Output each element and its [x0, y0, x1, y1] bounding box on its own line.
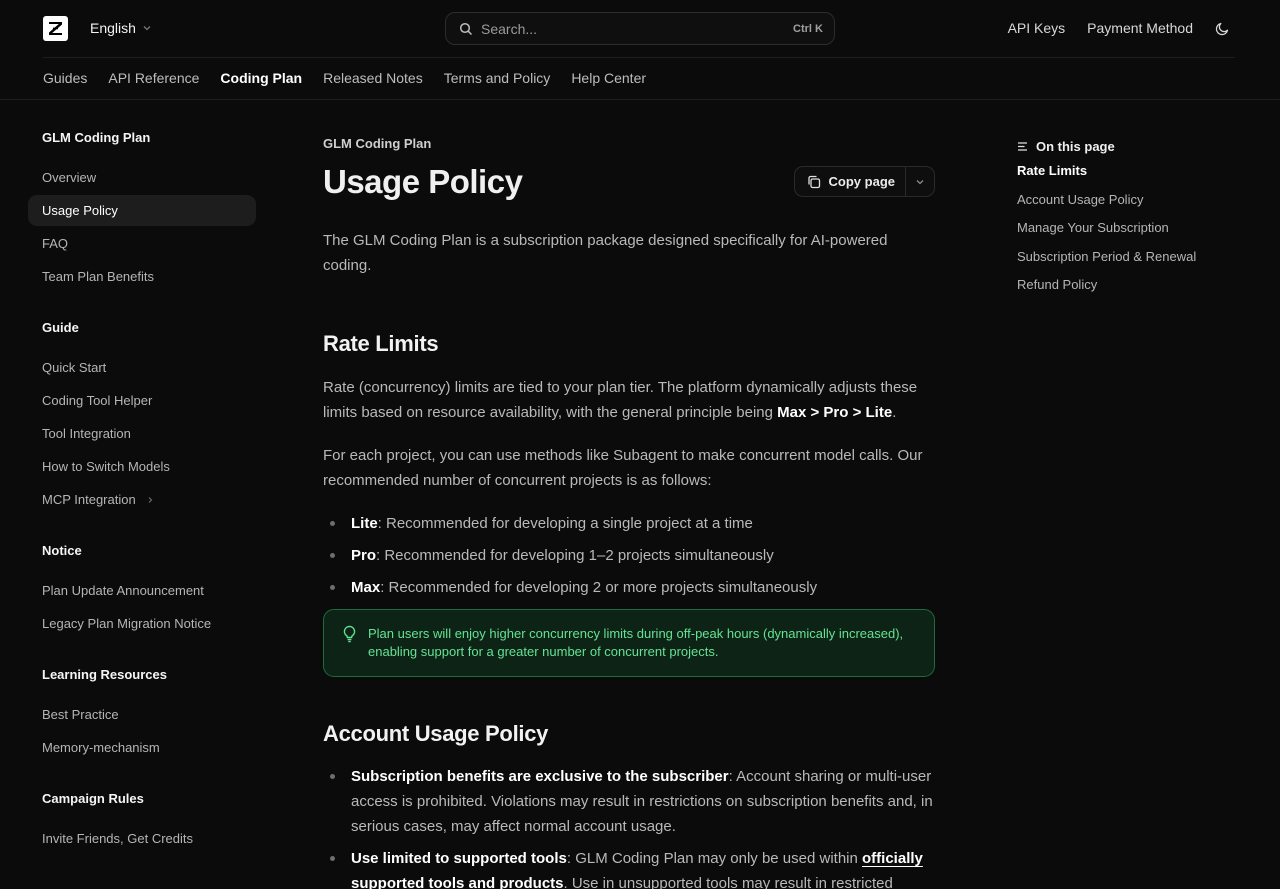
sidebar-item-best-practice[interactable]: Best Practice: [28, 699, 256, 730]
sidebar-item-legacy-plan-migration-notice[interactable]: Legacy Plan Migration Notice: [28, 608, 256, 639]
sidebar-item-how-to-switch-models[interactable]: How to Switch Models: [28, 451, 256, 482]
tab-terms-and-policy[interactable]: Terms and Policy: [444, 58, 551, 100]
list-item: Subscription benefits are exclusive to t…: [323, 764, 935, 839]
lightbulb-icon: [342, 625, 357, 661]
tab-bar: Guides API Reference Coding Plan Released N…: [43, 58, 646, 100]
api-keys-link[interactable]: API Keys: [1008, 20, 1066, 36]
sidebar-section-title: GLM Coding Plan: [42, 130, 151, 145]
plan-desc: : Recommended for developing a single pr…: [377, 515, 753, 532]
tab-coding-plan[interactable]: Coding Plan: [220, 58, 302, 100]
z-logo-icon[interactable]: [43, 16, 68, 41]
sidebar-item-faq[interactable]: FAQ: [28, 228, 256, 259]
divider: [0, 99, 1280, 100]
language-label: English: [90, 20, 136, 36]
search-input[interactable]: Search... Ctrl K: [445, 12, 835, 45]
sidebar-item-invite-friends-get-credits[interactable]: Invite Friends, Get Credits: [28, 823, 256, 854]
copy-page-label: Copy page: [828, 174, 895, 189]
plan-desc: : Recommended for developing 1–2 project…: [376, 547, 774, 564]
plan-term: Lite: [351, 515, 378, 532]
sidebar-item-plan-update-announcement[interactable]: Plan Update Announcement: [28, 575, 256, 606]
plan-term: Pro: [351, 547, 377, 564]
list-item: Pro: Recommended for developing 1–2 proj…: [323, 543, 935, 568]
sidebar-item-label: How to Switch Models: [42, 459, 170, 474]
sidebar-item-label: Tool Integration: [42, 426, 131, 441]
chevron-right-icon: [146, 496, 154, 504]
toc-item-manage-your-subscription[interactable]: Manage Your Subscription: [1017, 214, 1237, 243]
rate-limits-paragraph-1: Rate (concurrency) limits are tied to yo…: [323, 375, 935, 425]
payment-method-link[interactable]: Payment Method: [1087, 20, 1193, 36]
sidebar-item-team-plan-benefits[interactable]: Team Plan Benefits: [28, 261, 256, 292]
sidebar-item-label: Plan Update Announcement: [42, 583, 204, 598]
moon-icon[interactable]: [1215, 21, 1230, 36]
toc-item-rate-limits[interactable]: Rate Limits: [1017, 157, 1237, 186]
sidebar-item-mcp-integration[interactable]: MCP Integration: [28, 484, 256, 515]
sidebar-item-quick-start[interactable]: Quick Start: [28, 352, 256, 383]
policy-term: Subscription benefits are exclusive to t…: [351, 768, 729, 785]
tip-callout: Plan users will enjoy higher concurrency…: [323, 609, 935, 677]
tier-order: Max > Pro > Lite: [777, 404, 893, 421]
account-policy-list: Subscription benefits are exclusive to t…: [323, 764, 935, 889]
rate-limits-paragraph-2: For each project, you can use methods li…: [323, 447, 923, 489]
sidebar-item-overview[interactable]: Overview: [28, 162, 256, 193]
copy-page-button-group: Copy page: [793, 166, 935, 197]
sidebar-item-coding-tool-helper[interactable]: Coding Tool Helper: [28, 385, 256, 416]
search-icon: [459, 22, 473, 36]
sidebar-item-label: Team Plan Benefits: [42, 269, 155, 284]
search-placeholder: Search...: [481, 20, 538, 37]
toc-item-subscription-period-and-renewal[interactable]: Subscription Period & Renewal: [1017, 243, 1237, 272]
sidebar-item-label: Best Practice: [42, 707, 119, 722]
intro-paragraph: The GLM Coding Plan is a subscription pa…: [323, 232, 888, 274]
sidebar-item-label: Invite Friends, Get Credits: [42, 831, 193, 846]
tab-help-center[interactable]: Help Center: [571, 58, 646, 100]
sidebar-item-tool-integration[interactable]: Tool Integration: [28, 418, 256, 449]
sidebar-item-memory-mechanism[interactable]: Memory-mechanism: [28, 732, 256, 763]
policy-term: Use limited to supported tools: [351, 850, 567, 867]
toc-heading-label: On this page: [1036, 138, 1115, 154]
toc-item-account-usage-policy[interactable]: Account Usage Policy: [1017, 186, 1237, 215]
text: .: [892, 404, 897, 421]
sidebar-section-title: Notice: [42, 543, 82, 558]
plan-term: Max: [351, 579, 381, 596]
sidebar-item-label: MCP Integration: [42, 492, 136, 507]
copy-page-button[interactable]: Copy page: [795, 167, 905, 196]
sidebar-item-label: Coding Tool Helper: [42, 393, 153, 408]
search-shortcut: Ctrl K: [793, 22, 823, 35]
plan-desc: : Recommended for developing 2 or more p…: [380, 579, 818, 596]
list-item: Lite: Recommended for developing a singl…: [323, 511, 935, 536]
sidebar-item-label: Overview: [42, 170, 97, 185]
sidebar-item-label: FAQ: [42, 236, 69, 251]
rate-limits-heading: Rate Limits: [323, 331, 439, 356]
copy-icon: [807, 175, 821, 189]
list-icon: [1017, 141, 1028, 152]
tab-api-reference[interactable]: API Reference: [108, 58, 199, 100]
tab-released-notes[interactable]: Released Notes: [323, 58, 423, 100]
sidebar: GLM Coding Plan Overview Usage Policy FAQ Te…: [28, 126, 256, 854]
chevron-down-icon: [142, 23, 152, 33]
main-content: GLM Coding Plan Usage Policy Copy page T…: [323, 136, 935, 889]
sidebar-section-title: Campaign Rules: [42, 791, 144, 806]
policy-desc: . Use in unsupported tools may result in…: [563, 875, 893, 889]
top-bar: English Search... Ctrl K API Keys Paymen…: [0, 0, 1280, 57]
sidebar-section-title: Learning Resources: [42, 667, 167, 682]
copy-page-dropdown[interactable]: [905, 167, 934, 196]
sidebar-item-label: Legacy Plan Migration Notice: [42, 616, 212, 631]
page-eyebrow: GLM Coding Plan: [323, 136, 432, 151]
plan-list: Lite: Recommended for developing a singl…: [323, 511, 935, 600]
sidebar-item-label: Usage Policy: [42, 203, 118, 218]
toc-item-refund-policy[interactable]: Refund Policy: [1017, 271, 1237, 300]
list-item: Max: Recommended for developing 2 or mor…: [323, 575, 935, 600]
tip-text: Plan users will enjoy higher concurrency…: [368, 626, 904, 659]
sidebar-item-label: Quick Start: [42, 360, 107, 375]
sidebar-section-title: Guide: [42, 320, 79, 335]
chevron-down-icon: [915, 177, 925, 187]
language-selector[interactable]: English: [90, 18, 152, 38]
toc-heading: On this page: [1017, 136, 1237, 156]
on-this-page-toc: On this page Rate Limits Account Usage Po…: [1017, 136, 1237, 300]
sidebar-item-label: Memory-mechanism: [42, 740, 160, 755]
account-usage-heading: Account Usage Policy: [323, 721, 549, 746]
policy-desc: : GLM Coding Plan may only be used withi…: [566, 850, 863, 867]
sidebar-item-usage-policy[interactable]: Usage Policy: [28, 195, 256, 226]
list-item: Use limited to supported tools: GLM Codi…: [323, 846, 935, 889]
tab-guides[interactable]: Guides: [43, 58, 87, 100]
